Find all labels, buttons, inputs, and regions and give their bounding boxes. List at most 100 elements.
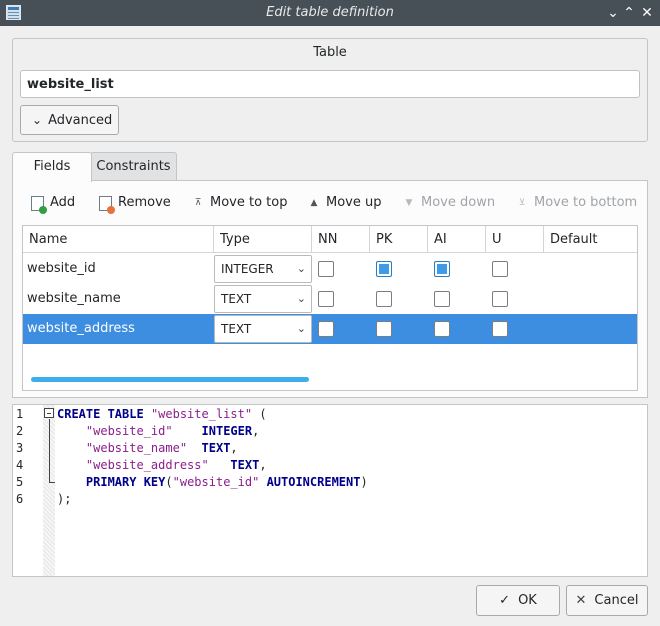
arrow-down-icon: ▼: [405, 198, 413, 208]
add-field-button[interactable]: Add: [31, 193, 76, 214]
sql-line-3: "website_name" TEXT,: [57, 441, 238, 455]
pk-checkbox[interactable]: [376, 321, 392, 337]
sql-punct: (: [259, 407, 267, 421]
move-down-label: Move down: [421, 195, 496, 210]
move-to-top-label: Move to top: [210, 195, 288, 210]
sql-punct: ): [360, 475, 368, 489]
line-number: 2: [16, 424, 24, 438]
remove-label: Remove: [118, 195, 171, 210]
chevron-down-icon: ⌄: [296, 262, 306, 275]
move-to-bottom-button[interactable]: ⊻ Move to bottom: [516, 193, 638, 213]
window-title: Edit table definition: [266, 5, 394, 20]
column-header-default[interactable]: Default: [544, 226, 637, 253]
sql-string: "website_address": [85, 458, 209, 472]
sql-keyword: CREATE TABLE: [57, 407, 144, 421]
sql-keyword: TEXT: [230, 458, 260, 472]
field-name-cell[interactable]: website_id: [23, 254, 96, 284]
remove-icon: [99, 195, 115, 214]
sql-string: "website_id": [172, 475, 260, 489]
column-header-type[interactable]: Type: [214, 226, 312, 253]
chevron-down-icon: ⌄: [296, 292, 306, 305]
table-row[interactable]: website_name TEXT ⌄: [23, 284, 637, 314]
move-up-button[interactable]: ▲ Move up: [308, 193, 382, 213]
move-to-bottom-label: Move to bottom: [534, 195, 638, 210]
move-up-label: Move up: [326, 195, 382, 210]
ok-button[interactable]: ✓ OK: [476, 585, 560, 616]
horizontal-scrollbar[interactable]: [31, 377, 309, 382]
sql-line-4: "website_address" TEXT,: [57, 458, 267, 472]
close-icon[interactable]: ✕: [638, 4, 656, 22]
sql-keyword: PRIMARY KEY: [85, 475, 166, 489]
ai-checkbox[interactable]: [434, 291, 450, 307]
line-number: 1: [16, 407, 24, 421]
field-type-select[interactable]: INTEGER ⌄: [214, 255, 312, 283]
u-checkbox[interactable]: [492, 261, 508, 277]
sql-line-1: CREATE TABLE "website_list" (: [57, 407, 267, 421]
move-to-bottom-icon: ⊻: [518, 198, 526, 208]
nn-checkbox[interactable]: [318, 261, 334, 277]
title-bar: Edit table definition ⌄ ⌃ ✕: [0, 0, 660, 26]
nn-checkbox[interactable]: [318, 321, 334, 337]
fields-table: Name Type NN PK AI U Default website_id …: [22, 225, 638, 391]
fold-toggle-icon[interactable]: [44, 408, 54, 418]
field-type-select[interactable]: TEXT ⌄: [214, 315, 312, 343]
ai-checkbox[interactable]: [434, 261, 450, 277]
sql-line-6: );: [57, 492, 72, 506]
field-type-value: TEXT: [221, 322, 252, 336]
advanced-label: Advanced: [48, 113, 113, 128]
sql-keyword: INTEGER: [201, 424, 253, 438]
chevron-down-icon: ⌄: [296, 322, 306, 335]
field-type-value: INTEGER: [221, 262, 274, 276]
fold-line: [49, 419, 50, 483]
sql-preview-editor[interactable]: 1 2 3 4 5 6 CREATE TABLE "website_list" …: [12, 404, 648, 577]
nn-checkbox[interactable]: [318, 291, 334, 307]
remove-field-button[interactable]: Remove: [99, 193, 171, 214]
move-to-top-icon: ⊼: [194, 198, 202, 208]
maximize-icon[interactable]: ⌃: [620, 4, 638, 22]
sql-line-5: PRIMARY KEY("website_id" AUTOINCREMENT): [57, 475, 368, 489]
u-checkbox[interactable]: [492, 291, 508, 307]
column-header-pk[interactable]: PK: [370, 226, 428, 253]
arrow-up-icon: ▲: [310, 198, 318, 208]
sql-keyword: TEXT: [201, 441, 231, 455]
sql-keyword: AUTOINCREMENT: [266, 475, 361, 489]
field-type-value: TEXT: [221, 292, 252, 306]
table-groupbox: Table website_list ⌄ Advanced: [12, 38, 648, 142]
field-name-cell[interactable]: website_name: [23, 284, 121, 314]
move-down-button[interactable]: ▼ Move down: [403, 193, 496, 213]
table-label: Table: [313, 45, 347, 60]
checkmark-icon: ✓: [499, 593, 511, 608]
pk-checkbox[interactable]: [376, 261, 392, 277]
table-name-input[interactable]: website_list: [20, 70, 640, 98]
sql-string: "website_id": [85, 424, 173, 438]
fold-end: [49, 482, 55, 483]
sql-string: "website_name": [85, 441, 188, 455]
line-number: 5: [16, 475, 24, 489]
sql-punct: ,: [230, 441, 238, 455]
column-header-ai[interactable]: AI: [428, 226, 486, 253]
sql-punct: ,: [259, 458, 267, 472]
line-number: 4: [16, 458, 24, 472]
cancel-label: Cancel: [594, 593, 639, 608]
cancel-button[interactable]: ✕ Cancel: [566, 585, 648, 616]
table-row-selected[interactable]: website_address TEXT ⌄: [23, 314, 637, 344]
advanced-button[interactable]: ⌄ Advanced: [20, 105, 119, 135]
move-to-top-button[interactable]: ⊼ Move to top: [192, 193, 288, 213]
add-icon: [31, 195, 47, 214]
column-header-nn[interactable]: NN: [312, 226, 370, 253]
sql-punct: ,: [252, 424, 260, 438]
field-type-select[interactable]: TEXT ⌄: [214, 285, 312, 313]
tab-constraints[interactable]: Constraints: [90, 152, 177, 182]
column-header-name[interactable]: Name: [23, 226, 214, 253]
ok-label: OK: [518, 593, 537, 608]
ai-checkbox[interactable]: [434, 321, 450, 337]
tab-fields[interactable]: Fields: [12, 152, 92, 182]
sql-punct: (: [165, 475, 173, 489]
table-row[interactable]: website_id INTEGER ⌄: [23, 254, 637, 284]
close-icon: ✕: [575, 593, 587, 608]
add-label: Add: [50, 195, 76, 210]
pk-checkbox[interactable]: [376, 291, 392, 307]
u-checkbox[interactable]: [492, 321, 508, 337]
field-name-cell[interactable]: website_address: [23, 314, 135, 344]
column-header-u[interactable]: U: [486, 226, 544, 253]
